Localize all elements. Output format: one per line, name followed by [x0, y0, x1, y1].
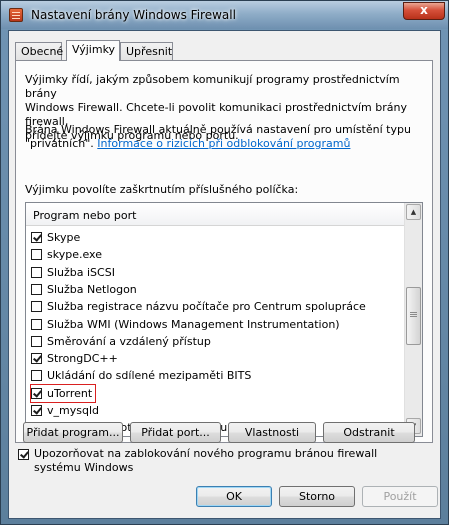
list-item[interactable]: StrongDC++ [31, 350, 118, 367]
list-item[interactable]: Směrování a vzdálený přístup [31, 333, 211, 350]
scroll-up-icon[interactable]: ▲ [406, 204, 421, 220]
item-checkbox[interactable] [31, 405, 42, 416]
window-title: Nastavení brány Windows Firewall [31, 8, 236, 22]
add-program-button[interactable]: Přidat program... [23, 422, 123, 443]
list-item[interactable]: v_mysqld [31, 402, 99, 419]
item-label: uTorrent [47, 386, 93, 400]
item-checkbox[interactable] [31, 266, 42, 278]
column-header-program[interactable]: Program nebo port [26, 203, 404, 226]
list-item[interactable]: uTorrent [29, 383, 97, 403]
add-port-button[interactable]: Přidat port... [130, 422, 221, 443]
item-checkbox[interactable] [31, 232, 42, 243]
item-checkbox[interactable] [31, 318, 42, 330]
item-label: StrongDC++ [47, 352, 118, 366]
item-checkbox[interactable] [31, 387, 42, 399]
item-label: skype.exe [47, 248, 102, 262]
firewall-settings-window: Nastavení brány Windows Firewall x Obecn… [0, 0, 449, 525]
notify-label: Upozorňovat na zablokování nového progra… [34, 447, 378, 474]
list-item[interactable]: Služba registrace názvu počítače pro Cen… [31, 298, 366, 315]
item-label: Služba registrace názvu počítače pro Cen… [47, 300, 366, 314]
item-label: Služba WMI (Windows Management Instrumen… [47, 317, 340, 331]
item-checkbox[interactable] [31, 249, 42, 261]
item-label: Ukládání do sdílené mezipaměti BITS [47, 369, 252, 383]
item-checkbox[interactable] [31, 283, 42, 295]
description-line: Výjimky řídí, jakým způsobem komunikují … [25, 73, 400, 100]
firewall-icon [9, 8, 23, 22]
close-button[interactable]: x [403, 2, 445, 20]
profile-line: Brána Windows Firewall aktuálně používá … [25, 123, 411, 136]
exceptions-panel: Výjimky řídí, jakým způsobem komunikují … [15, 60, 433, 443]
instruction-label: Výjimku povolíte zaškrtnutím příslušného… [25, 183, 299, 196]
item-checkbox[interactable] [31, 335, 42, 347]
cancel-button[interactable]: Storno [279, 486, 355, 507]
tab-obecne[interactable]: Obecné [15, 42, 63, 60]
exceptions-list[interactable]: Program nebo port Skype skype.exe Služba i… [25, 202, 423, 437]
item-label: v_mysqld [47, 404, 99, 417]
apply-button[interactable]: Použít [362, 486, 438, 507]
list-item[interactable]: skype.exe [31, 246, 102, 263]
dialog-client-area: Obecné Výjimky Upřesnit Výjimky řídí, ja… [8, 30, 441, 519]
profile-type-text: "privátních". [25, 137, 94, 150]
item-label: Směrování a vzdálený přístup [47, 334, 211, 348]
list-item[interactable]: Ukládání do sdílené mezipaměti BITS [31, 367, 251, 384]
item-checkbox[interactable] [31, 301, 42, 313]
profile-info: Brána Windows Firewall aktuálně používá … [25, 123, 425, 151]
tab-vyjimky[interactable]: Výjimky [66, 40, 120, 61]
ok-button[interactable]: OK [196, 486, 272, 507]
item-label: Skype [47, 231, 81, 244]
vertical-scrollbar[interactable]: ▲ ▼ [404, 203, 422, 436]
item-checkbox[interactable] [31, 370, 42, 382]
item-checkbox[interactable] [31, 353, 42, 365]
title-bar[interactable]: Nastavení brány Windows Firewall x [1, 1, 448, 29]
exceptions-list-body: Skype skype.exe Služba iSCSI Služba Netlogo… [26, 226, 404, 436]
list-item[interactable]: Služba iSCSI [31, 264, 115, 281]
list-item[interactable]: Služba Netlogon [31, 281, 137, 298]
risk-info-link[interactable]: Informace o rizicích při odblokování pro… [97, 137, 350, 150]
list-item[interactable]: Skype [31, 229, 80, 246]
item-label: Služba iSCSI [47, 265, 115, 279]
notify-option[interactable]: Upozorňovat na zablokování nového progra… [18, 447, 418, 475]
remove-button[interactable]: Odstranit [323, 422, 415, 443]
tab-upresnit[interactable]: Upřesnit [120, 42, 173, 60]
list-item[interactable]: Služba WMI (Windows Management Instrumen… [31, 316, 340, 333]
properties-button[interactable]: Vlastnosti [228, 422, 316, 443]
item-label: Služba Netlogon [47, 282, 137, 296]
profile-line: "privátních". Informace o rizicích při o… [25, 137, 425, 151]
notify-checkbox[interactable] [18, 449, 29, 460]
scrollbar-thumb[interactable] [406, 287, 421, 345]
